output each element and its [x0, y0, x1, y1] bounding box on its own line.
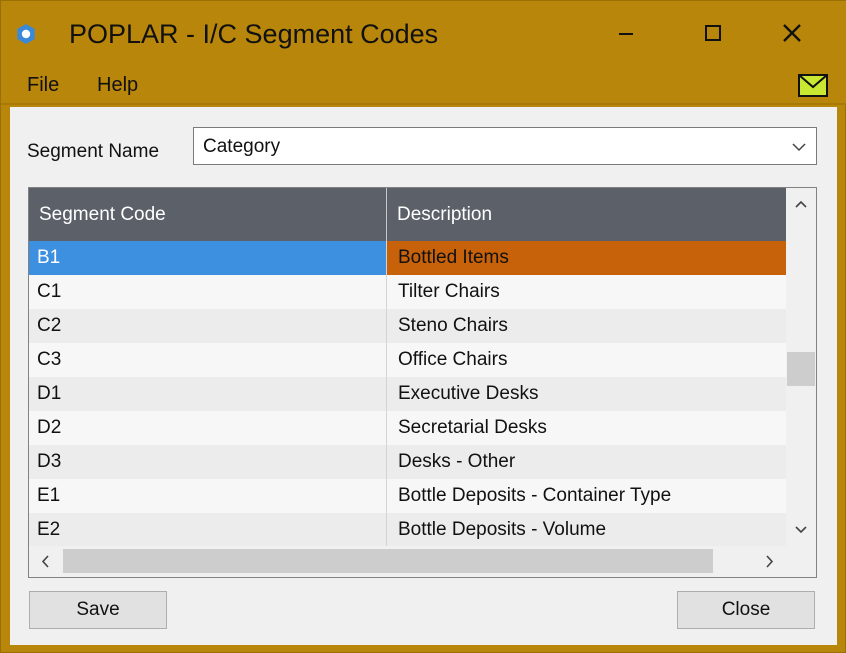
maximize-button[interactable]: [684, 1, 742, 65]
scroll-right-icon[interactable]: [752, 546, 786, 577]
vertical-scrollbar[interactable]: [786, 188, 816, 546]
table-row[interactable]: D1 Executive Desks: [29, 377, 786, 411]
envelope-icon[interactable]: [798, 74, 828, 97]
menu-bar: File Help: [1, 65, 846, 105]
table-row[interactable]: C2 Steno Chairs: [29, 309, 786, 343]
segment-code-cell[interactable]: E1: [29, 479, 387, 513]
segment-code-cell[interactable]: C1: [29, 275, 387, 309]
horizontal-scroll-thumb[interactable]: [63, 549, 713, 573]
app-gear-icon: [17, 24, 35, 44]
segment-code-cell[interactable]: D2: [29, 411, 387, 445]
menu-file[interactable]: File: [27, 73, 59, 97]
description-cell[interactable]: Bottle Deposits - Volume: [387, 513, 786, 546]
scroll-left-icon[interactable]: [29, 546, 63, 577]
description-cell[interactable]: Tilter Chairs: [387, 275, 786, 309]
segment-name-label: Segment Name: [27, 141, 160, 162]
menu-help[interactable]: Help: [97, 73, 138, 97]
maximize-icon: [705, 25, 721, 41]
description-cell[interactable]: Bottle Deposits - Container Type: [387, 479, 786, 513]
segment-code-cell[interactable]: D1: [29, 377, 387, 411]
table-row[interactable]: E1 Bottle Deposits - Container Type: [29, 479, 786, 513]
table-header: Segment Code Description: [29, 188, 786, 241]
segment-code-cell[interactable]: C2: [29, 309, 387, 343]
scroll-up-icon[interactable]: [786, 188, 816, 222]
description-cell[interactable]: Desks - Other: [387, 445, 786, 479]
save-button[interactable]: Save: [29, 591, 167, 629]
segment-codes-table: Segment Code Description B1 Bottled Items…: [28, 187, 817, 578]
description-cell[interactable]: Bottled Items: [387, 241, 786, 275]
scrollbar-corner: [786, 546, 816, 577]
description-cell[interactable]: Executive Desks: [387, 377, 786, 411]
column-header-description[interactable]: Description: [387, 188, 786, 241]
table-row[interactable]: D2 Secretarial Desks: [29, 411, 786, 445]
table-row[interactable]: C1 Tilter Chairs: [29, 275, 786, 309]
segment-code-cell[interactable]: D3: [29, 445, 387, 479]
close-icon: [783, 24, 801, 42]
minimize-icon: [619, 33, 633, 35]
table-body: B1 Bottled Items C1 Tilter Chairs C2 Steno Ch…: [29, 241, 786, 546]
app-window: POPLAR - I/C Segment Codes File Help Seg…: [0, 0, 846, 653]
segment-name-value: Category: [203, 136, 281, 157]
title-bar[interactable]: POPLAR - I/C Segment Codes: [1, 1, 846, 65]
table-row[interactable]: C3 Office Chairs: [29, 343, 786, 377]
table-row[interactable]: B1 Bottled Items: [29, 241, 786, 275]
vertical-scroll-thumb[interactable]: [787, 352, 815, 386]
description-cell[interactable]: Secretarial Desks: [387, 411, 786, 445]
segment-code-cell[interactable]: E2: [29, 513, 387, 546]
segment-code-cell[interactable]: B1: [29, 241, 387, 275]
horizontal-scrollbar[interactable]: [29, 546, 786, 577]
dialog-body: Segment Name Category Segment Code Descr…: [10, 107, 837, 645]
close-button[interactable]: Close: [677, 591, 815, 629]
description-cell[interactable]: Office Chairs: [387, 343, 786, 377]
minimize-button[interactable]: [597, 1, 655, 65]
chevron-down-icon: [792, 143, 806, 152]
window-title: POPLAR - I/C Segment Codes: [69, 19, 439, 49]
close-window-button[interactable]: [763, 1, 821, 65]
table-row[interactable]: D3 Desks - Other: [29, 445, 786, 479]
scroll-down-icon[interactable]: [786, 512, 816, 546]
table-row[interactable]: E2 Bottle Deposits - Volume: [29, 513, 786, 546]
column-header-segment-code[interactable]: Segment Code: [29, 188, 387, 241]
description-cell[interactable]: Steno Chairs: [387, 309, 786, 343]
segment-name-select[interactable]: Category: [193, 127, 817, 165]
segment-code-cell[interactable]: C3: [29, 343, 387, 377]
